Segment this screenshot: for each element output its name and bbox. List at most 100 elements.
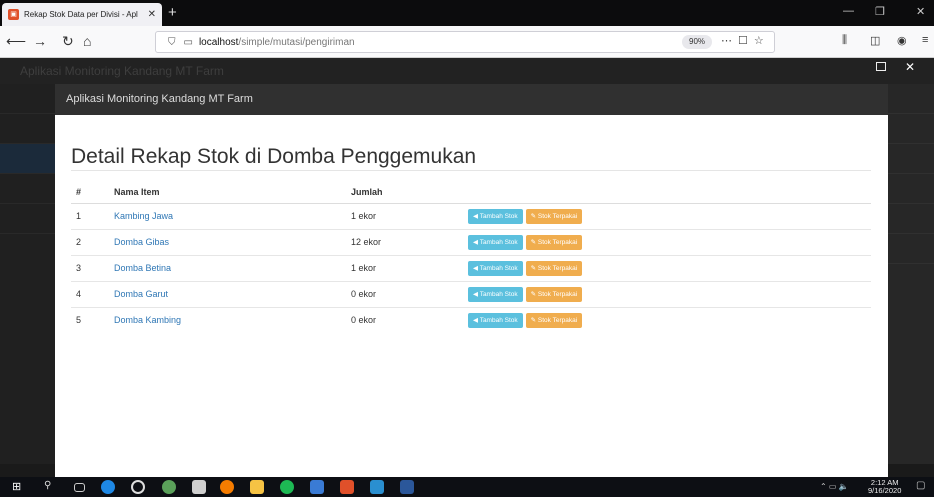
row-number: 2	[71, 228, 109, 255]
notification-icon[interactable]: ▢	[916, 480, 930, 494]
used-stock-label: Stok Terpakai	[537, 212, 578, 220]
spotify-icon[interactable]	[280, 480, 294, 494]
table-row: 3 Domba Betina 1 ekor ◀ Tambah Stok ✎ Sto…	[71, 254, 871, 281]
used-stock-label: Stok Terpakai	[537, 264, 578, 272]
used-stock-button[interactable]: ✎ Stok Terpakai	[525, 286, 583, 302]
add-stock-button[interactable]: ◀ Tambah Stok	[468, 234, 523, 250]
sidebar-item[interactable]	[0, 204, 55, 234]
edge-icon[interactable]	[101, 480, 115, 494]
add-stock-button[interactable]: ◀ Tambah Stok	[468, 286, 523, 302]
app-icon[interactable]	[162, 480, 176, 494]
page-icon: ▭	[183, 36, 193, 48]
used-stock-button[interactable]: ✎ Stok Terpakai	[525, 208, 583, 224]
search-icon[interactable]: ⚲	[44, 480, 58, 494]
app-icon[interactable]	[310, 480, 324, 494]
close-window-icon[interactable]: ✕	[916, 5, 925, 18]
item-link[interactable]: Domba Gibas	[114, 237, 169, 247]
qty-cell: 1 ekor	[346, 254, 463, 281]
add-stock-label: Tambah Stok	[479, 212, 518, 220]
actions-cell: ◀ Tambah Stok ✎ Stok Terpakai	[463, 228, 871, 255]
item-link[interactable]: Domba Kambing	[114, 315, 181, 325]
browser-tab-bar: ▣ Rekap Stok Data per Divisi - Apl ✕ + —…	[0, 0, 934, 26]
row-number: 5	[71, 306, 109, 333]
restore-icon[interactable]: ❐	[875, 5, 885, 18]
qty-cell: 0 ekor	[346, 306, 463, 333]
mail-icon[interactable]	[192, 480, 206, 494]
item-link[interactable]: Domba Betina	[114, 263, 171, 273]
system-tray-icon[interactable]: ⌃ ▭ 🔈	[820, 482, 860, 496]
url-bar[interactable]: ⛉ ▭ localhost/simple/mutasi/pengiriman 9…	[155, 31, 775, 53]
column-header-actions	[463, 182, 871, 204]
app-sidebar	[0, 84, 55, 464]
add-stock-button[interactable]: ◀ Tambah Stok	[468, 208, 523, 224]
used-stock-button[interactable]: ✎ Stok Terpakai	[525, 260, 583, 276]
cortana-icon[interactable]	[131, 480, 145, 494]
file-explorer-icon[interactable]	[250, 480, 264, 494]
library-icon[interactable]: ⫼	[842, 34, 847, 47]
actions-cell: ◀ Tambah Stok ✎ Stok Terpakai	[463, 280, 871, 307]
new-tab-icon[interactable]: +	[168, 4, 177, 21]
item-link[interactable]: Domba Garut	[114, 289, 168, 299]
close-modal-icon[interactable]: ✕	[905, 60, 915, 74]
used-stock-button[interactable]: ✎ Stok Terpakai	[525, 312, 583, 328]
sidebar-item[interactable]	[0, 174, 55, 204]
item-name-cell: Domba Betina	[109, 254, 346, 281]
task-view-icon[interactable]	[74, 483, 85, 492]
zoom-level[interactable]: 90%	[682, 35, 713, 49]
close-tab-icon[interactable]: ✕	[148, 9, 156, 20]
stock-table: # Nama Item Jumlah 1 Kambing Jawa 1 ekor…	[71, 182, 871, 333]
app-navbar: Aplikasi Monitoring Kandang MT Farm	[0, 58, 934, 84]
table-header-row: # Nama Item Jumlah	[71, 182, 871, 204]
maximize-modal-icon[interactable]	[876, 62, 886, 71]
reload-icon[interactable]: ↻	[62, 33, 74, 50]
column-header-qty: Jumlah	[346, 182, 463, 204]
item-link[interactable]: Kambing Jawa	[114, 211, 173, 221]
add-stock-button[interactable]: ◀ Tambah Stok	[468, 260, 523, 276]
word-icon[interactable]	[400, 480, 414, 494]
table-row: 2 Domba Gibas 12 ekor ◀ Tambah Stok ✎ Sto…	[71, 228, 871, 255]
windows-start-icon[interactable]: ⊞	[12, 480, 26, 494]
add-stock-button[interactable]: ◀ Tambah Stok	[468, 312, 523, 328]
item-name-cell: Kambing Jawa	[109, 202, 346, 229]
actions-cell: ◀ Tambah Stok ✎ Stok Terpakai	[463, 254, 871, 281]
qty-cell: 1 ekor	[346, 202, 463, 229]
home-icon[interactable]: ⌂	[83, 33, 91, 49]
browser-nav-bar: ⟵ → ↻ ⌂ ⛉ ▭ localhost/simple/mutasi/peng…	[0, 26, 934, 58]
clock[interactable]: 2:12 AM 9/16/2020	[868, 479, 901, 495]
menu-icon[interactable]: ≡	[922, 34, 928, 46]
os-taskbar: ⊞ ⚲ ⌃ ▭ 🔈 2:12 AM 9/16/2020 ▢	[0, 477, 934, 497]
tab-title: Rekap Stok Data per Divisi - Apl	[24, 10, 138, 19]
qty-cell: 0 ekor	[346, 280, 463, 307]
used-stock-button[interactable]: ✎ Stok Terpakai	[525, 234, 583, 250]
back-icon[interactable]: ⟵	[6, 33, 26, 50]
add-stock-label: Tambah Stok	[479, 290, 518, 298]
clock-date: 9/16/2020	[868, 486, 902, 495]
app-icon[interactable]	[340, 480, 354, 494]
actions-cell: ◀ Tambah Stok ✎ Stok Terpakai	[463, 306, 871, 333]
qty-cell: 12 ekor	[346, 228, 463, 255]
forward-icon[interactable]: →	[33, 33, 47, 49]
sidebar-item[interactable]	[0, 84, 55, 114]
table-row: 1 Kambing Jawa 1 ekor ◀ Tambah Stok ✎ Sto…	[71, 202, 871, 229]
actions-cell: ◀ Tambah Stok ✎ Stok Terpakai	[463, 202, 871, 229]
add-stock-label: Tambah Stok	[479, 238, 518, 246]
url-host: localhost	[198, 36, 239, 48]
shield-icon[interactable]: ⛉	[168, 37, 176, 48]
used-stock-label: Stok Terpakai	[537, 290, 578, 298]
sidebar-icon[interactable]: ◫	[870, 34, 880, 47]
row-number: 4	[71, 280, 109, 307]
firefox-icon[interactable]	[220, 480, 234, 494]
url-path: /simple/mutasi/pengiriman	[238, 36, 355, 48]
browser-tab[interactable]: ▣ Rekap Stok Data per Divisi - Apl ✕	[2, 3, 162, 26]
app-icon[interactable]	[370, 480, 384, 494]
account-icon[interactable]: ◉	[897, 34, 907, 47]
row-number: 1	[71, 202, 109, 229]
row-number: 3	[71, 254, 109, 281]
page-actions-icon[interactable]: ⋯☐☆	[721, 34, 770, 47]
minimize-icon[interactable]: —	[843, 5, 854, 17]
used-stock-label: Stok Terpakai	[537, 316, 578, 324]
app-right-panel	[888, 84, 934, 464]
sidebar-item-active[interactable]	[0, 144, 55, 174]
sidebar-item[interactable]	[0, 114, 55, 144]
divider	[71, 170, 871, 171]
